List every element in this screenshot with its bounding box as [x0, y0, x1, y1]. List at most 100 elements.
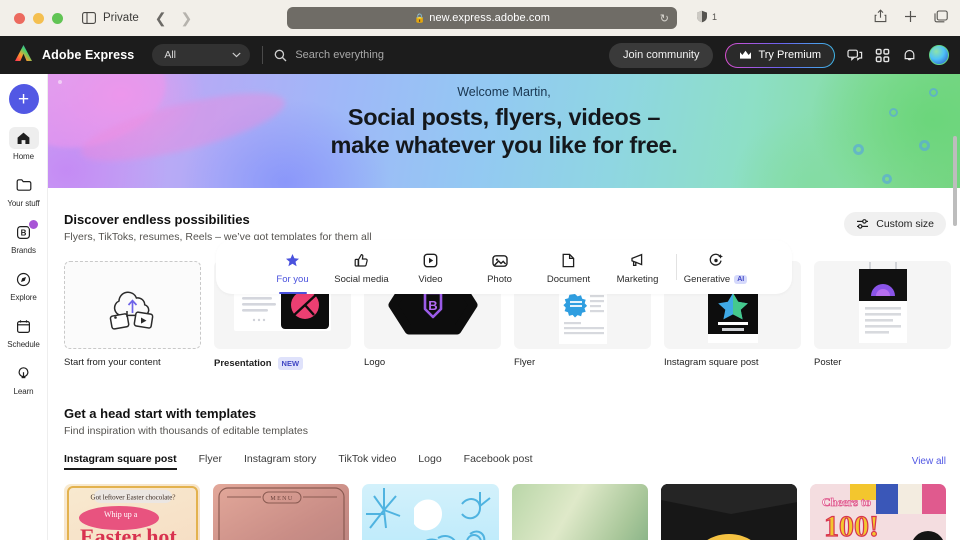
sidebar-item-your-stuff[interactable]: Your stuff [0, 174, 48, 208]
search-input[interactable] [295, 49, 616, 61]
sliders-icon [857, 219, 869, 229]
poster-thumbnail [858, 262, 907, 343]
templates-section: Get a head start with templates Find ins… [64, 406, 947, 540]
search-box[interactable] [274, 44, 637, 66]
view-all-link[interactable]: View all [912, 456, 946, 467]
sidebar-toggle-icon[interactable] [82, 12, 96, 24]
feedback-icon[interactable] [847, 48, 863, 63]
window-traffic-lights [14, 12, 63, 24]
forward-icon[interactable]: ❯ [181, 11, 193, 25]
templates-tab-instagram-story[interactable]: Instagram story [244, 453, 316, 470]
sidebar-item-explore[interactable]: Explore [0, 268, 48, 302]
browser-toolbar-right [874, 9, 948, 28]
templates-title: Get a head start with templates [64, 406, 257, 421]
search-filter-dropdown[interactable]: All [152, 44, 251, 66]
tab-marketing[interactable]: Marketing [603, 249, 672, 285]
share-icon[interactable] [874, 9, 887, 28]
templates-tab-flyer[interactable]: Flyer [199, 453, 222, 470]
brand-name: Adobe Express [42, 48, 135, 62]
chevron-down-icon [232, 52, 241, 58]
svg-text:B: B [428, 298, 437, 313]
sidebar-item-home[interactable]: Home [0, 127, 48, 161]
shield-icon [697, 10, 707, 23]
card-label-text: Flyer [514, 357, 536, 368]
tab-label-photo: Photo [487, 274, 512, 285]
new-tab-icon[interactable] [904, 10, 917, 28]
template-thumbnail[interactable]: MENU [213, 484, 350, 540]
template-thumbnail[interactable] [511, 484, 648, 540]
app-header: Adobe Express All Join community Try Pre… [0, 36, 960, 74]
play-square-icon [423, 252, 438, 269]
brand-logo-group[interactable]: Adobe Express [14, 44, 134, 67]
hero-headline-line1: Social posts, flyers, videos – [347, 104, 661, 130]
svg-text:MENU: MENU [271, 496, 294, 502]
bell-icon[interactable] [902, 48, 917, 63]
sidebar-item-brands[interactable]: B Brands [0, 219, 48, 255]
private-window-label: Private [103, 12, 139, 24]
create-new-button[interactable]: + [8, 84, 39, 114]
templates-subtitle: Find inspiration with thousands of edita… [64, 425, 308, 437]
tab-video[interactable]: Video [396, 249, 465, 285]
card-label-text: Instagram square post [664, 357, 759, 368]
reload-icon[interactable]: ↻ [660, 12, 669, 25]
discover-section-header: Discover endless possibilities Flyers, T… [64, 212, 946, 243]
header-divider [262, 46, 264, 64]
tracker-shield[interactable]: 1 [696, 10, 717, 23]
maximize-window-button[interactable] [52, 12, 63, 24]
tab-label-generative-text: Generative [683, 274, 731, 285]
custom-size-button[interactable]: Custom size [844, 212, 946, 236]
user-avatar[interactable] [929, 45, 949, 65]
discover-title: Discover endless possibilities [64, 212, 250, 227]
card-label: Poster [814, 357, 951, 368]
tab-label-marketing: Marketing [616, 274, 659, 285]
home-icon [8, 127, 39, 149]
svg-text:100!: 100! [824, 510, 879, 540]
tab-generative-ai[interactable]: Generative AI [681, 249, 750, 285]
sidebar-item-learn[interactable]: Learn [0, 362, 48, 396]
templates-tab-logo[interactable]: Logo [418, 453, 441, 470]
thumbs-up-icon [354, 252, 369, 269]
try-premium-label: Try Premium [758, 49, 821, 61]
search-filter-value: All [164, 49, 176, 61]
apps-grid-icon[interactable] [875, 48, 890, 63]
svg-text:Got leftover Easter chocolate?: Got leftover Easter chocolate? [91, 494, 176, 502]
close-window-button[interactable] [14, 12, 25, 24]
tab-label-for-you: For you [276, 274, 309, 285]
tab-social-media[interactable]: Social media [327, 249, 396, 285]
minimize-window-button[interactable] [33, 12, 44, 24]
card-label-text: Logo [364, 357, 386, 368]
sidebar-label-schedule: Schedule [7, 340, 40, 349]
join-community-button[interactable]: Join community [609, 42, 714, 68]
card-label: Flyer [514, 357, 651, 368]
templates-tab-tiktok-video[interactable]: TikTok video [338, 453, 396, 470]
sidebar-label-home: Home [13, 152, 34, 161]
card-label-text: Presentation [214, 358, 272, 369]
upload-cloud-icon [109, 291, 153, 330]
card-poster[interactable]: Poster [814, 261, 951, 370]
address-bar-url: new.express.adobe.com [429, 12, 550, 24]
generative-ai-icon [708, 252, 724, 269]
main-content: Welcome Martin, Social posts, flyers, vi… [48, 74, 960, 540]
tab-for-you[interactable]: For you [258, 249, 327, 294]
tab-document[interactable]: Document [534, 249, 603, 285]
template-thumbnail[interactable] [660, 484, 797, 540]
card-start-from-your-content[interactable]: Start from your content [64, 261, 201, 370]
template-thumbnail[interactable]: Cheers to 100! [809, 484, 947, 540]
back-icon[interactable]: ❮ [155, 11, 167, 25]
card-thumbnail [64, 261, 201, 349]
sidebar-item-schedule[interactable]: Schedule [0, 315, 48, 349]
templates-tab-facebook-post[interactable]: Facebook post [464, 453, 533, 470]
adobe-express-logo-icon [14, 44, 33, 67]
tab-separator [676, 254, 677, 280]
tab-photo[interactable]: Photo [465, 249, 534, 285]
template-thumbnail[interactable] [362, 484, 499, 540]
try-premium-button[interactable]: Try Premium [725, 43, 835, 68]
tabs-overview-icon[interactable] [934, 9, 948, 28]
compass-icon [9, 268, 39, 290]
templates-tab-instagram-square-post[interactable]: Instagram square post [64, 453, 177, 470]
address-bar[interactable]: 🔒 new.express.adobe.com ↻ [287, 7, 677, 29]
template-thumbnail[interactable]: Got leftover Easter chocolate? Whip up a… [64, 484, 201, 540]
hero-decoration [882, 174, 892, 184]
svg-text:B: B [21, 228, 27, 237]
sidebar-label-learn: Learn [13, 387, 34, 396]
